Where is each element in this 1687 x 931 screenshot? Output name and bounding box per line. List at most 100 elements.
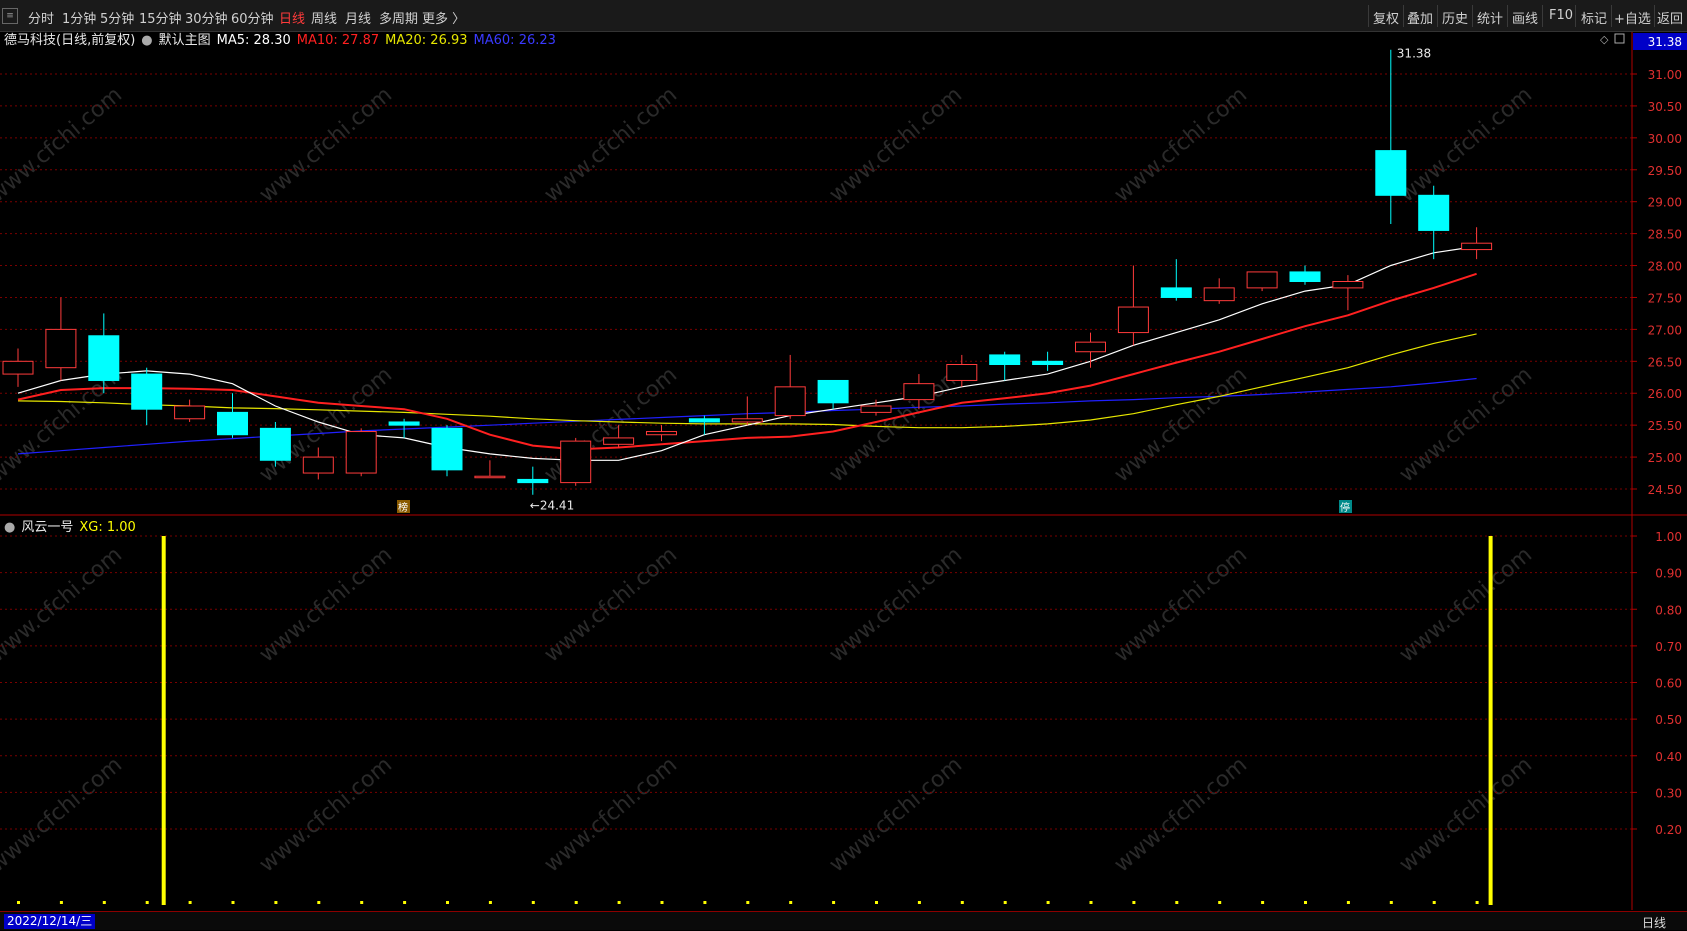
candle-body-up <box>903 383 935 401</box>
candle-body-up <box>1461 242 1493 251</box>
tab-weekly[interactable]: 周线 <box>311 8 337 27</box>
candle-body-down <box>1289 271 1321 282</box>
tab-60min[interactable]: 60分钟 <box>231 8 274 27</box>
statistics-button[interactable]: 统计 <box>1477 8 1503 27</box>
watermark-text: www.cfchi.com <box>255 82 397 207</box>
price-tick-label: 26.50 <box>1648 355 1682 369</box>
add-watchlist-button[interactable]: +自选 <box>1614 8 1651 27</box>
signal-zero-dot <box>1218 901 1222 904</box>
signal-zero-dot <box>1304 901 1307 904</box>
signal-zero-dot <box>488 901 492 904</box>
candle-body-up <box>731 418 763 423</box>
indicator-tick-label: 0.60 <box>1655 677 1682 691</box>
tab-monthly[interactable]: 月线 <box>345 8 371 27</box>
indicator-settings-icon[interactable]: ● <box>4 520 15 535</box>
price-tick-label: 30.50 <box>1648 100 1682 114</box>
watermark-text: www.cfchi.com <box>0 542 127 667</box>
signal-zero-dot <box>917 901 921 904</box>
main-chart-legend: 德马科技(日线,前复权) ● 默认主图 MA5: 28.30 MA10: 27.87 MA… <box>4 29 562 48</box>
cursor-date: 2022/12/14/三 <box>4 914 96 929</box>
indicator-tick-label: 0.90 <box>1655 567 1682 581</box>
mark-button[interactable]: 标记 <box>1581 8 1607 27</box>
signal-zero-dot <box>531 901 535 904</box>
chart-canvas[interactable]: www.cfchi.com www.cfchi.com www.cfchi.com w… <box>0 0 1687 930</box>
tab-1min[interactable]: 1分钟 <box>62 8 96 27</box>
watermark-text: www.cfchi.com <box>0 752 127 877</box>
tab-intraday[interactable]: 分时 <box>28 8 54 27</box>
signal-zero-dot <box>1003 901 1007 904</box>
indicator-tick-label: 0.80 <box>1655 603 1682 617</box>
signal-zero-dot <box>274 901 278 904</box>
candle-body-down <box>1160 287 1192 298</box>
tab-daily[interactable]: 日线 <box>279 8 305 27</box>
candle-body-up <box>946 364 978 381</box>
indicator-name[interactable]: 风云一号 <box>21 520 73 535</box>
back-button[interactable]: 返回 <box>1657 8 1683 27</box>
indicator-tick-label: 0.40 <box>1655 750 1682 764</box>
candle-body-up <box>2 360 34 375</box>
price-tick-label: 31.00 <box>1648 68 1682 82</box>
indicator-tick-label: 0.30 <box>1655 786 1682 800</box>
watermark-text: www.cfchi.com <box>540 82 682 207</box>
signal-zero-dot <box>446 901 449 904</box>
candle-body-down <box>259 427 291 461</box>
tab-5min[interactable]: 5分钟 <box>100 8 134 27</box>
price-tick-label: 25.00 <box>1648 451 1682 465</box>
candle-body-up <box>1117 306 1149 334</box>
signal-zero-dot <box>1175 901 1179 904</box>
price-tick-label: 24.50 <box>1648 483 1682 497</box>
low-price-annotation: ←24.41 <box>530 499 574 513</box>
signal-zero-dot <box>1432 901 1436 904</box>
indicator-tick-label: 0.20 <box>1655 823 1682 837</box>
tab-15min[interactable]: 15分钟 <box>139 8 182 27</box>
watermark-text: www.cfchi.com <box>1395 82 1537 207</box>
period-label[interactable]: 日线 <box>1642 914 1666 931</box>
candle-body-down <box>388 421 420 426</box>
signal-zero-dot <box>231 901 235 904</box>
candle-body-up <box>302 456 334 474</box>
candle-body-up <box>345 431 377 474</box>
signal-zero-dot <box>746 901 750 904</box>
signal-zero-dot <box>1261 901 1265 904</box>
signal-zero-dot <box>875 901 878 904</box>
price-tick-label: 28.00 <box>1648 260 1682 274</box>
candle-body-down <box>431 427 463 471</box>
period-toolbar: ≡ 分时 1分钟 5分钟 15分钟 30分钟 60分钟 日线 周线 月线 多周期… <box>0 0 1687 32</box>
menu-icon[interactable]: ≡ <box>2 8 18 24</box>
overlay-button[interactable]: 叠加 <box>1407 8 1433 27</box>
candle-body-up <box>860 405 892 413</box>
signal-zero-dot <box>188 901 192 904</box>
signal-zero-dot <box>59 901 63 904</box>
price-tick-label: 29.00 <box>1648 196 1682 210</box>
watermark-text: www.cfchi.com <box>825 542 967 667</box>
signal-zero-dot <box>360 901 364 904</box>
candle-body-down <box>688 418 720 423</box>
tab-more[interactable]: 更多 〉 <box>422 8 465 27</box>
f10-button[interactable]: F10 <box>1549 8 1573 23</box>
history-button[interactable]: 历史 <box>1442 8 1468 27</box>
watermark-text: www.cfchi.com <box>0 82 127 207</box>
tab-30min[interactable]: 30分钟 <box>185 8 228 27</box>
restore-rights-button[interactable]: 复权 <box>1373 8 1399 27</box>
toolbar-divider <box>1403 5 1404 27</box>
diamond-icon: ◇ <box>1600 33 1609 46</box>
signal-zero-dot <box>574 901 578 904</box>
indicator-legend: ● 风云一号 XG: 1.00 <box>4 516 142 535</box>
candle-body-down <box>989 354 1021 365</box>
price-tick-label: 27.50 <box>1648 291 1682 305</box>
watermark-text: www.cfchi.com <box>540 752 682 877</box>
tab-multi-period[interactable]: 多周期 <box>379 8 418 27</box>
square-icon <box>1614 33 1625 44</box>
signal-zero-dot <box>1389 901 1393 904</box>
template-name[interactable]: 默认主图 <box>159 33 211 48</box>
watermark-text: www.cfchi.com <box>0 362 127 487</box>
settings-dot-icon[interactable]: ● <box>141 33 152 48</box>
signal-zero-dot <box>660 901 664 904</box>
signal-zero-dot <box>703 901 707 904</box>
watermark-text: www.cfchi.com <box>255 542 397 667</box>
stock-name[interactable]: 德马科技(日线,前复权) <box>4 33 135 48</box>
draw-line-button[interactable]: 画线 <box>1512 8 1538 27</box>
candle-body-up <box>1246 271 1278 289</box>
signal-zero-dot <box>145 901 149 904</box>
signal-zero-dot <box>317 901 321 904</box>
